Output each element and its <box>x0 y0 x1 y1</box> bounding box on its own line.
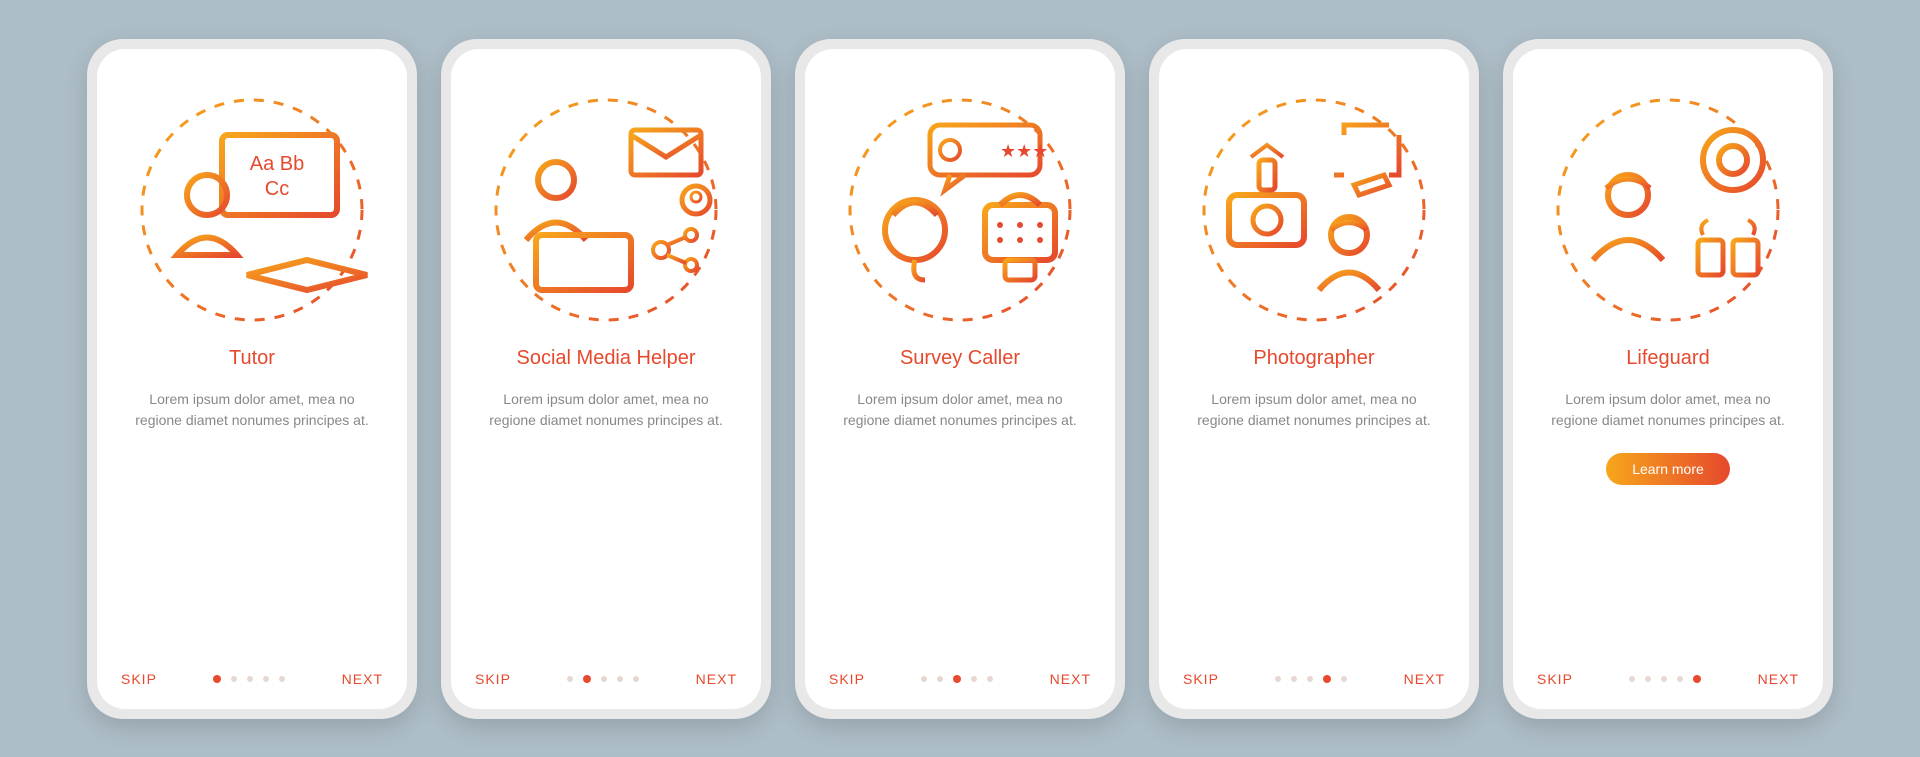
next-button[interactable]: NEXT <box>342 671 383 687</box>
dot <box>1693 675 1701 683</box>
screen-title: Photographer <box>1253 345 1374 371</box>
screen-description: Lorem ipsum dolor amet, mea no regione d… <box>1194 389 1434 431</box>
screen-description: Lorem ipsum dolor amet, mea no regione d… <box>132 389 372 431</box>
screen-description: Lorem ipsum dolor amet, mea no regione d… <box>486 389 726 431</box>
screen: Social Media Helper Lorem ipsum dolor am… <box>451 49 761 709</box>
dot <box>1291 676 1297 682</box>
tutor-icon: Aa Bb Cc <box>127 85 377 335</box>
skip-button[interactable]: SKIP <box>829 671 865 687</box>
next-button[interactable]: NEXT <box>696 671 737 687</box>
next-button[interactable]: NEXT <box>1050 671 1091 687</box>
dot <box>937 676 943 682</box>
svg-text:Cc: Cc <box>265 178 289 200</box>
dot <box>971 676 977 682</box>
phone-frame: ★★★ Survey Caller Lorem ipsum dolor amet… <box>795 39 1125 719</box>
survey-caller-icon: ★★★ <box>835 85 1085 335</box>
screen-description: Lorem ipsum dolor amet, mea no regione d… <box>1548 389 1788 431</box>
dot <box>263 676 269 682</box>
footer-nav: SKIP NEXT <box>475 671 737 687</box>
dot <box>1307 676 1313 682</box>
dot <box>1341 676 1347 682</box>
phone-frame: Lifeguard Lorem ipsum dolor amet, mea no… <box>1503 39 1833 719</box>
dot <box>583 675 591 683</box>
dot <box>953 675 961 683</box>
footer-nav: SKIP NEXT <box>829 671 1091 687</box>
footer-nav: SKIP NEXT <box>1537 671 1799 687</box>
dot <box>231 676 237 682</box>
lifeguard-icon <box>1543 85 1793 335</box>
phone-frame: Photographer Lorem ipsum dolor amet, mea… <box>1149 39 1479 719</box>
dot <box>213 675 221 683</box>
screen: ★★★ Survey Caller Lorem ipsum dolor amet… <box>805 49 1115 709</box>
screen-description: Lorem ipsum dolor amet, mea no regione d… <box>840 389 1080 431</box>
next-button[interactable]: NEXT <box>1404 671 1445 687</box>
dot <box>1275 676 1281 682</box>
skip-button[interactable]: SKIP <box>1537 671 1573 687</box>
skip-button[interactable]: SKIP <box>121 671 157 687</box>
onboarding-set: Aa Bb Cc Tutor Lorem ipsum dolor amet, m… <box>57 9 1863 749</box>
dot <box>633 676 639 682</box>
screen-title: Social Media Helper <box>517 345 696 371</box>
skip-button[interactable]: SKIP <box>475 671 511 687</box>
svg-text:Aa Bb: Aa Bb <box>250 153 304 175</box>
dot <box>247 676 253 682</box>
screen-title: Tutor <box>229 345 275 371</box>
page-indicator <box>567 675 639 683</box>
dot <box>279 676 285 682</box>
dot <box>921 676 927 682</box>
skip-button[interactable]: SKIP <box>1183 671 1219 687</box>
dot <box>987 676 993 682</box>
photographer-icon <box>1189 85 1439 335</box>
screen-title: Lifeguard <box>1626 345 1709 371</box>
dot <box>567 676 573 682</box>
phone-frame: Aa Bb Cc Tutor Lorem ipsum dolor amet, m… <box>87 39 417 719</box>
screen: Lifeguard Lorem ipsum dolor amet, mea no… <box>1513 49 1823 709</box>
dot <box>1323 675 1331 683</box>
dot <box>601 676 607 682</box>
dot <box>1661 676 1667 682</box>
social-media-icon <box>481 85 731 335</box>
page-indicator <box>213 675 285 683</box>
screen: Photographer Lorem ipsum dolor amet, mea… <box>1159 49 1469 709</box>
dot <box>1629 676 1635 682</box>
page-indicator <box>1629 675 1701 683</box>
footer-nav: SKIP NEXT <box>121 671 383 687</box>
dot <box>1677 676 1683 682</box>
phone-frame: Social Media Helper Lorem ipsum dolor am… <box>441 39 771 719</box>
footer-nav: SKIP NEXT <box>1183 671 1445 687</box>
page-indicator <box>921 675 993 683</box>
learn-more-button[interactable]: Learn more <box>1606 453 1730 485</box>
screen-title: Survey Caller <box>900 345 1020 371</box>
page-indicator <box>1275 675 1347 683</box>
dot <box>1645 676 1651 682</box>
dot <box>617 676 623 682</box>
svg-text:★★★: ★★★ <box>1000 141 1048 161</box>
screen: Aa Bb Cc Tutor Lorem ipsum dolor amet, m… <box>97 49 407 709</box>
next-button[interactable]: NEXT <box>1758 671 1799 687</box>
